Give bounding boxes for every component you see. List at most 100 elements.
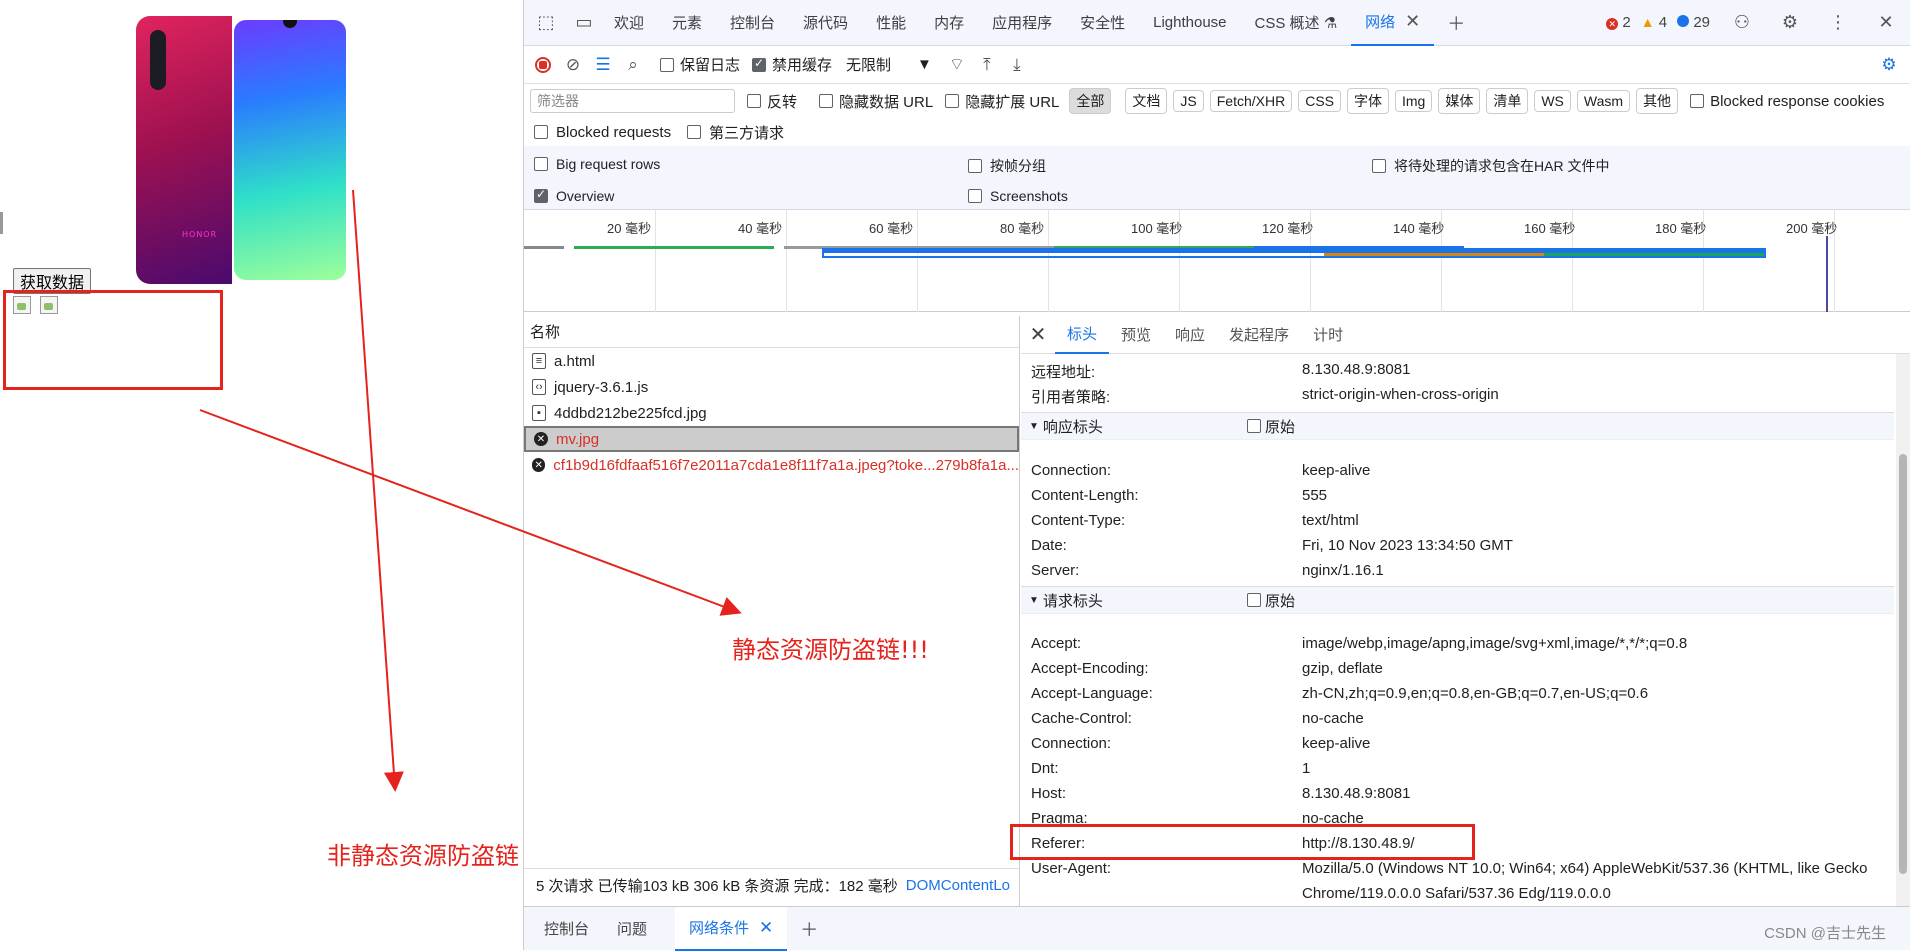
header-value: Chrome/119.0.0.0 Safari/537.36 Edg/119.0… [1302, 885, 1611, 902]
filter-type-manifest[interactable]: 清单 [1486, 88, 1529, 114]
record-icon[interactable] [528, 50, 558, 80]
domcontentloaded-link[interactable]: DOMContentLo [906, 877, 1010, 894]
blocked-requests-checkbox[interactable]: Blocked requests [534, 124, 671, 141]
filter-type-all[interactable]: 全部 [1069, 88, 1112, 114]
script-icon: ‹› [532, 379, 546, 395]
checkbox-icon [534, 157, 548, 171]
filter-type-css[interactable]: CSS [1298, 90, 1341, 112]
message-count-value: 29 [1693, 14, 1710, 31]
error-count-value: 2 [1622, 14, 1631, 31]
clear-icon[interactable]: ⊘ [558, 50, 588, 80]
tab-welcome[interactable]: 欢迎 [600, 0, 658, 46]
header-value: nginx/1.16.1 [1302, 562, 1384, 579]
hide-data-urls-checkbox[interactable]: 隐藏数据 URL [819, 91, 933, 112]
checkbox-icon [687, 125, 701, 139]
tab-application[interactable]: 应用程序 [978, 0, 1066, 46]
gear-icon[interactable]: ⚙ [1774, 7, 1806, 39]
timeline-tick-label: 120 毫秒 [1262, 221, 1314, 236]
close-icon[interactable]: ✕ [759, 918, 773, 938]
drawer-tab-console[interactable]: 控制台 [530, 907, 603, 951]
disable-cache-checkbox[interactable]: 禁用缓存 [752, 54, 832, 75]
tab-memory[interactable]: 内存 [920, 0, 978, 46]
close-icon[interactable]: ✕ [1021, 322, 1055, 347]
tab-performance[interactable]: 性能 [862, 0, 920, 46]
raw-checkbox[interactable]: 原始 [1247, 416, 1295, 437]
details-scrollbar[interactable] [1896, 354, 1910, 906]
filter-type-wasm[interactable]: Wasm [1576, 90, 1631, 112]
checkbox-icon [660, 57, 674, 72]
preserve-log-checkbox[interactable]: 保留日志 [660, 54, 740, 75]
raw-checkbox[interactable]: 原始 [1247, 590, 1295, 611]
header-value: no-cache [1302, 710, 1364, 727]
group-by-frame-checkbox[interactable]: 按帧分组 [968, 156, 1046, 176]
checkbox-checked-icon [534, 187, 548, 203]
header-name: Connection: [1031, 735, 1112, 752]
request-row[interactable]: ▪ 4ddbd212be225fcd.jpg [524, 400, 1019, 426]
request-headers-section[interactable]: ▼ 请求标头 原始 [1021, 586, 1894, 614]
throttling-select[interactable]: 无限制 ▼ [846, 54, 932, 75]
filter-type-fetch[interactable]: Fetch/XHR [1209, 90, 1293, 112]
tab-lighthouse[interactable]: Lighthouse [1139, 0, 1240, 46]
tab-network[interactable]: 网络 ✕ [1351, 0, 1435, 46]
name-column-header[interactable]: 名称 [524, 316, 1019, 348]
tab-css-overview[interactable]: CSS 概述 ⚗ [1241, 0, 1352, 46]
hide-ext-urls-checkbox[interactable]: 隐藏扩展 URL [945, 91, 1059, 112]
tab-console[interactable]: 控制台 [716, 0, 789, 46]
blocked-cookies-checkbox[interactable]: Blocked response cookies [1690, 93, 1884, 110]
scrollbar-thumb[interactable] [1899, 454, 1907, 874]
gear-icon[interactable]: ⚙ [1874, 50, 1904, 80]
response-headers-section[interactable]: ▼ 响应标头 原始 [1021, 412, 1894, 440]
screenshots-checkbox[interactable]: Screenshots [968, 188, 1068, 204]
tab-preview[interactable]: 预览 [1109, 316, 1163, 354]
tab-elements[interactable]: 元素 [658, 0, 716, 46]
checkbox-icon [747, 94, 761, 108]
timeline-overview[interactable]: 20 毫秒 40 毫秒 60 毫秒 80 毫秒 100 毫秒 120 毫秒 140 毫秒 16… [524, 210, 1910, 312]
drawer-tab-issues[interactable]: 问题 [603, 907, 661, 951]
filter-type-doc[interactable]: 文档 [1125, 88, 1168, 114]
header-value: keep-alive [1302, 462, 1371, 479]
upload-icon[interactable]: ⤒ [972, 50, 1002, 80]
tab-sources[interactable]: 源代码 [789, 0, 862, 46]
filter-type-img[interactable]: Img [1395, 90, 1433, 112]
tab-timing[interactable]: 计时 [1301, 316, 1355, 354]
add-tab-icon[interactable]: ＋ [793, 913, 825, 945]
tab-response[interactable]: 响应 [1163, 316, 1217, 354]
close-devtools-icon[interactable]: ✕ [1870, 7, 1902, 39]
request-row[interactable]: ✕ cf1b9d16fdfaaf516f7e2011a7cda1e8f11f7a1… [524, 452, 1019, 478]
add-tab-icon[interactable]: ＋ [1440, 7, 1472, 39]
request-row-selected[interactable]: ✕ mv.jpg [524, 426, 1019, 452]
request-row[interactable]: ≡ a.html [524, 348, 1019, 374]
filter-type-font[interactable]: 字体 [1347, 88, 1389, 114]
har-pending-checkbox[interactable]: 将待处理的请求包含在HAR 文件中 [1372, 156, 1609, 176]
screenshots-label: Screenshots [990, 188, 1068, 204]
invert-checkbox[interactable]: 反转 [747, 91, 797, 112]
customize-icon[interactable]: ⚇ [1726, 7, 1758, 39]
header-name: Cache-Control: [1031, 710, 1132, 727]
filter-type-js[interactable]: JS [1173, 90, 1204, 112]
request-row[interactable]: ‹› jquery-3.6.1.js [524, 374, 1019, 400]
tab-security[interactable]: 安全性 [1066, 0, 1139, 46]
document-icon: ≡ [532, 353, 546, 369]
filter-type-media[interactable]: 媒体 [1438, 88, 1481, 114]
filter-type-other[interactable]: 其他 [1636, 88, 1679, 114]
network-conditions-icon[interactable]: ⌔ [942, 50, 972, 80]
tab-headers[interactable]: 标头 [1055, 316, 1110, 354]
filter-icon[interactable]: ☰ [588, 50, 618, 80]
close-icon[interactable]: ✕ [1405, 11, 1420, 32]
more-menu-icon[interactable]: ⋮ [1822, 7, 1854, 39]
blocked-requests-label: Blocked requests [556, 123, 672, 141]
drawer-tab-network-conditions[interactable]: 网络条件 ✕ [675, 906, 788, 951]
download-icon[interactable]: ⤓ [1002, 50, 1032, 80]
overview-checkbox[interactable]: Overview [534, 187, 614, 204]
header-value: keep-alive [1302, 735, 1371, 752]
filter-input[interactable]: 筛选器 [530, 89, 735, 113]
inspect-icon[interactable]: ⬚ [530, 7, 562, 39]
tab-initiator[interactable]: 发起程序 [1217, 316, 1301, 354]
disable-cache-label: 禁用缓存 [772, 57, 833, 74]
third-party-checkbox[interactable]: 第三方请求 [687, 122, 784, 143]
big-rows-checkbox[interactable]: Big request rows [534, 156, 660, 172]
search-icon[interactable]: ⌕ [618, 50, 648, 80]
device-toggle-icon[interactable]: ▭ [568, 7, 600, 39]
filter-type-ws[interactable]: WS [1534, 90, 1571, 112]
issue-counters[interactable]: ✕ 2 ▲ 4 29 ⚇ ⚙ ⋮ ✕ [1606, 7, 1910, 39]
